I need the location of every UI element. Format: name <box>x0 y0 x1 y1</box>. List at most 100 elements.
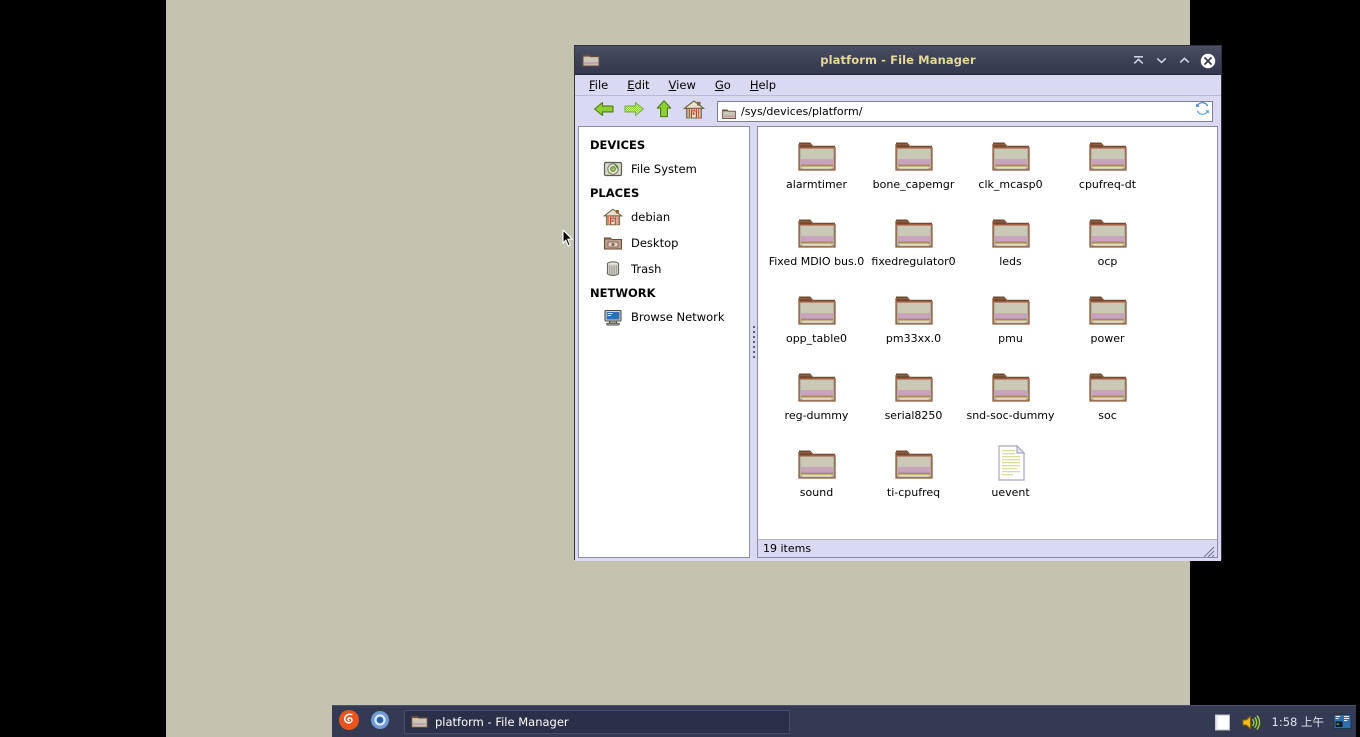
item-label: pmu <box>998 332 1023 345</box>
taskbar-window-label: platform - File Manager <box>435 714 569 729</box>
sidebar-group-devices: DEVICES <box>590 138 646 152</box>
notes-icon[interactable] <box>1213 713 1232 732</box>
back-button[interactable] <box>589 98 619 124</box>
folder-item[interactable]: leds <box>962 212 1059 289</box>
splitter-grip <box>752 326 755 358</box>
sidebar-item-trash[interactable]: Trash <box>579 256 749 282</box>
sidebar-item-label: Desktop <box>631 236 679 250</box>
folder-item[interactable]: soc <box>1059 366 1156 443</box>
applications-menu-button[interactable] <box>335 708 363 736</box>
folder-icon <box>990 366 1032 406</box>
status-text: 19 items <box>763 542 812 555</box>
chromium-launcher[interactable] <box>366 708 394 736</box>
folder-item[interactable]: ocp <box>1059 212 1156 289</box>
document-icon <box>990 443 1032 483</box>
minimize-button[interactable] <box>1154 53 1169 68</box>
chromium-icon <box>370 710 390 734</box>
sidebar-group-network: NETWORK <box>590 286 656 300</box>
item-label: ti-cpufreq <box>886 486 941 499</box>
menu-help[interactable]: Help <box>750 78 776 92</box>
folder-item[interactable]: reg-dummy <box>768 366 865 443</box>
trash-icon <box>603 259 623 279</box>
speaker-icon[interactable] <box>1241 713 1263 732</box>
statusbar: 19 items <box>758 539 1217 558</box>
folder-item[interactable]: pm33xx.0 <box>865 289 962 366</box>
up-arrow-icon <box>653 99 675 123</box>
terminal-icon[interactable] <box>1333 713 1352 731</box>
menu-edit[interactable]: Edit <box>627 78 649 92</box>
up-button[interactable] <box>649 98 679 124</box>
folder-icon <box>796 366 838 406</box>
item-label: leds <box>999 255 1022 268</box>
folder-icon <box>990 135 1032 175</box>
icon-view[interactable]: alarmtimer bone_capemgr clk_mcasp0 cpufreq-… <box>758 127 1217 539</box>
item-label: sound <box>799 486 834 499</box>
folder-item[interactable]: Fixed MDIO bus.0 <box>768 212 865 289</box>
sidebar-group-places: PLACES <box>590 186 640 200</box>
file-item[interactable]: uevent <box>962 443 1059 520</box>
folder-item[interactable]: ti-cpufreq <box>865 443 962 520</box>
folder-icon <box>990 289 1032 329</box>
folder-item[interactable]: opp_table0 <box>768 289 865 366</box>
menu-file[interactable]: File <box>589 78 608 92</box>
folder-item[interactable]: cpufreq-dt <box>1059 135 1156 212</box>
sidebar-item-file-system[interactable]: File System <box>579 156 749 182</box>
sidebar-item-desktop[interactable]: Desktop <box>579 230 749 256</box>
menu-go[interactable]: Go <box>715 78 731 92</box>
item-label: Fixed MDIO bus.0 <box>768 255 865 268</box>
menu-view[interactable]: View <box>669 78 696 92</box>
item-label: clk_mcasp0 <box>978 178 1043 191</box>
folder-icon <box>1087 289 1129 329</box>
item-label: soc <box>1098 409 1117 422</box>
folder-icon <box>796 443 838 483</box>
folder-item[interactable]: clk_mcasp0 <box>962 135 1059 212</box>
menubar: File Edit View Go Help <box>575 75 1221 96</box>
file-manager-window: platform - File Manager File Edit View G… <box>574 45 1222 561</box>
maximize-button[interactable] <box>1177 53 1192 68</box>
forward-button[interactable] <box>619 98 649 124</box>
folder-item[interactable]: snd-soc-dummy <box>962 366 1059 443</box>
resize-grip[interactable] <box>1202 543 1215 558</box>
folder-item[interactable]: fixedregulator0 <box>865 212 962 289</box>
sidebar-item-browse-network[interactable]: Browse Network <box>579 304 749 330</box>
sidebar-splitter[interactable] <box>750 126 757 558</box>
forward-arrow-icon <box>623 99 645 123</box>
mouse-cursor <box>562 229 574 248</box>
folder-item[interactable]: sound <box>768 443 865 520</box>
home-button[interactable] <box>679 98 709 124</box>
path-text: /sys/devices/platform/ <box>741 104 863 118</box>
sidebar-item-label: Trash <box>631 262 662 276</box>
network-icon <box>603 307 623 327</box>
folder-item[interactable]: pmu <box>962 289 1059 366</box>
folder-item[interactable]: serial8250 <box>865 366 962 443</box>
window-titlebar[interactable]: platform - File Manager <box>575 46 1221 75</box>
sidebar-item-debian[interactable]: debian <box>579 204 749 230</box>
folder-item[interactable]: alarmtimer <box>768 135 865 212</box>
shade-button[interactable] <box>1131 53 1146 68</box>
home-icon <box>683 99 705 124</box>
folder-icon <box>1087 366 1129 406</box>
taskbar: platform - File Manager 1:58 上午 <box>332 705 1356 737</box>
close-button[interactable] <box>1200 53 1216 68</box>
folder-item[interactable]: power <box>1059 289 1156 366</box>
desktop[interactable]: platform - File Manager File Edit View G… <box>166 0 1356 737</box>
folder-icon <box>1087 212 1129 252</box>
system-tray: 1:58 上午 <box>1213 706 1352 737</box>
folder-item[interactable]: bone_capemgr <box>865 135 962 212</box>
taskbar-window-button[interactable]: platform - File Manager <box>404 709 790 734</box>
window-buttons <box>1131 46 1216 74</box>
item-label: alarmtimer <box>786 178 847 191</box>
reload-button[interactable] <box>1193 101 1211 119</box>
path-bar[interactable]: /sys/devices/platform/ <box>717 100 1213 122</box>
window-folder-icon <box>582 52 600 68</box>
folder-icon <box>893 135 935 175</box>
folder-icon <box>893 212 935 252</box>
window-body: DEVICES File System PLACES debian Deskto… <box>575 126 1221 561</box>
item-label: ocp <box>1097 255 1118 268</box>
folder-icon <box>893 366 935 406</box>
folder-icon <box>893 443 935 483</box>
item-label: opp_table0 <box>785 332 848 345</box>
sidebar-item-label: File System <box>631 162 697 176</box>
clock[interactable]: 1:58 上午 <box>1272 714 1324 730</box>
item-label: snd-soc-dummy <box>966 409 1055 422</box>
